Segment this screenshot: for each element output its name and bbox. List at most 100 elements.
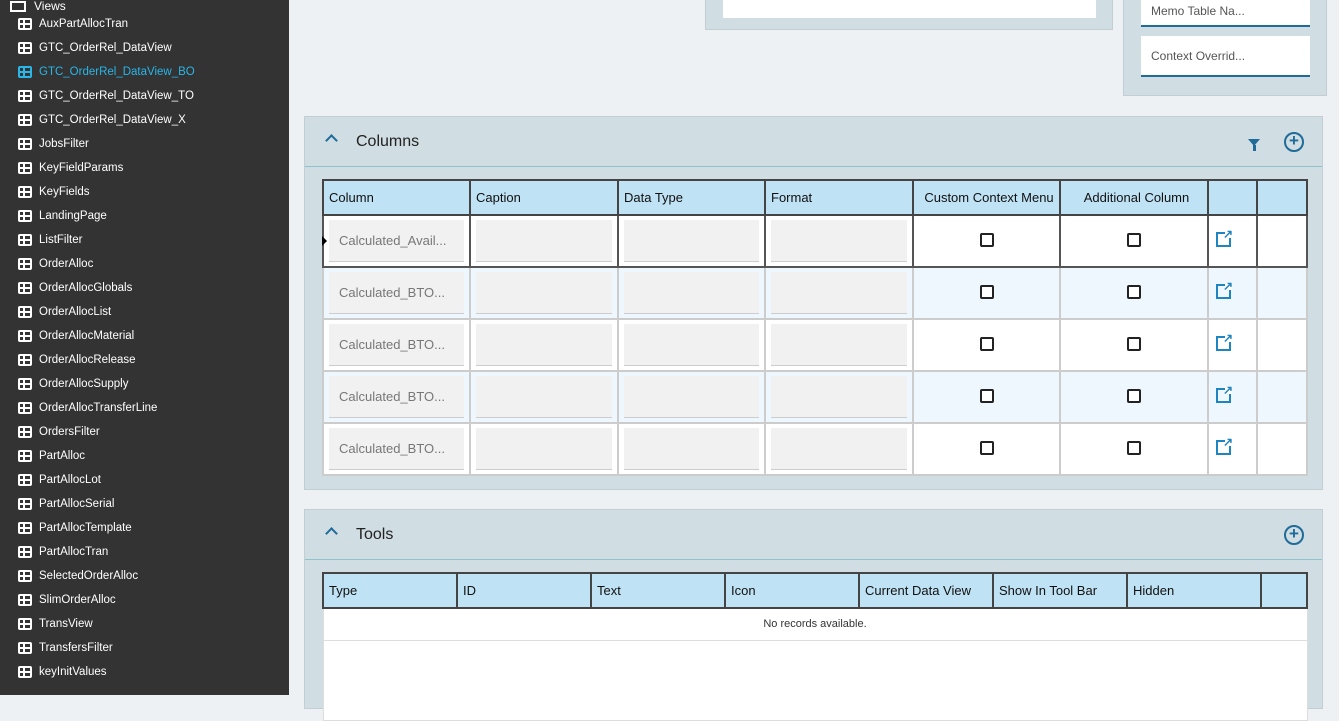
table-row[interactable]: Calculated_BTO... [322,318,1308,372]
sidebar-item[interactable]: ListFilter [18,228,82,252]
additional-column-checkbox[interactable] [1127,388,1141,403]
sidebar-item[interactable]: OrderAllocList [18,300,111,324]
table-row[interactable]: Calculated_BTO... [322,422,1308,476]
sidebar-item[interactable]: PartAllocTran [18,540,108,564]
sidebar-item[interactable]: OrderAllocTransferLine [18,396,157,420]
memo-table-name-input[interactable]: Memo Table Na... [1141,0,1310,27]
open-external-icon[interactable] [1216,227,1233,247]
sidebar-item[interactable]: OrderAllocRelease [18,348,136,372]
sidebar-item[interactable]: GTC_OrderRel_DataView_BO [18,60,195,84]
caption-field[interactable] [476,376,612,418]
column-name-field[interactable]: Calculated_BTO... [329,272,464,314]
sidebar-item[interactable]: PartAlloc [18,444,85,468]
column-header[interactable]: Column [322,179,471,216]
open-external-icon[interactable] [1216,435,1233,455]
format-field[interactable] [771,324,907,366]
views-group[interactable]: Views [10,0,66,13]
table-row[interactable]: Calculated_Avail... [322,214,1308,268]
sidebar-item[interactable]: keyInitValues [18,660,107,684]
sidebar-item[interactable]: PartAllocSerial [18,492,114,516]
column-name-field[interactable]: Calculated_BTO... [329,428,464,470]
sidebar-item[interactable]: OrderAllocGlobals [18,276,132,300]
column-header[interactable]: Custom Context Menu [912,179,1061,216]
sidebar-item[interactable]: AuxPartAllocTran [18,12,128,36]
sidebar-item[interactable]: PartAllocLot [18,468,101,492]
column-header[interactable]: Caption [469,179,619,216]
column-header[interactable]: Show In Tool Bar [992,572,1128,609]
sidebar-item[interactable]: TransfersFilter [18,636,113,660]
sidebar-item[interactable]: SelectedOrderAlloc [18,564,138,588]
format-field[interactable] [771,220,907,262]
sidebar-item-label: SlimOrderAlloc [39,594,116,606]
table-icon [18,402,32,414]
data-type-field[interactable] [624,376,759,418]
format-field[interactable] [771,428,907,470]
sidebar-item[interactable]: GTC_OrderRel_DataView_TO [18,84,194,108]
data-type-field[interactable] [624,220,759,262]
add-column-button[interactable]: + [1284,132,1304,152]
text-input[interactable] [723,0,1096,18]
table-icon [18,642,32,654]
sidebar-item[interactable]: OrderAllocSupply [18,372,128,396]
sidebar-item[interactable]: OrderAlloc [18,252,93,276]
column-header[interactable]: Data Type [617,179,766,216]
sidebar-item[interactable]: OrdersFilter [18,420,100,444]
table-icon [18,18,32,30]
column-name-field[interactable]: Calculated_BTO... [329,376,464,418]
filter-icon[interactable] [1248,139,1260,151]
caption-field[interactable] [476,220,612,262]
column-header[interactable]: Icon [724,572,860,609]
caption-field[interactable] [476,324,612,366]
format-field[interactable] [771,376,907,418]
additional-column-checkbox[interactable] [1127,232,1141,247]
custom-context-menu-checkbox[interactable] [979,388,994,403]
sidebar-item[interactable]: KeyFieldParams [18,156,123,180]
sidebar-item[interactable]: LandingPage [18,204,107,228]
column-header[interactable]: Format [764,179,914,216]
open-external-icon[interactable] [1216,383,1233,403]
sidebar-item-label: ListFilter [39,234,83,246]
column-header[interactable]: Additional Column [1059,179,1209,216]
sidebar-item[interactable]: TransView [18,612,93,636]
sidebar-item[interactable]: JobsFilter [18,132,89,156]
custom-context-menu-checkbox[interactable] [979,284,994,299]
collapse-chevron-icon[interactable] [325,527,338,540]
sidebar-item[interactable]: OrderAllocMaterial [18,324,134,348]
format-field[interactable] [771,272,907,314]
column-header[interactable]: Type [322,572,458,609]
column-header[interactable] [1256,179,1308,216]
data-type-field[interactable] [624,324,759,366]
column-header[interactable] [1207,179,1258,216]
column-header[interactable]: ID [456,572,592,609]
table-row[interactable]: Calculated_BTO... [322,266,1308,320]
context-override-input[interactable]: Context Overrid... [1141,36,1310,77]
column-header[interactable]: Text [590,572,726,609]
additional-column-checkbox[interactable] [1127,336,1141,351]
open-external-icon[interactable] [1216,331,1233,351]
column-name-field[interactable]: Calculated_Avail... [329,220,464,262]
collapse-chevron-icon[interactable] [325,134,338,147]
column-header[interactable]: Current Data View [858,572,994,609]
column-header[interactable] [1260,572,1308,609]
additional-column-checkbox[interactable] [1127,440,1141,455]
data-type-field[interactable] [624,272,759,314]
caption-field[interactable] [476,428,612,470]
additional-column-checkbox[interactable] [1127,284,1141,299]
data-type-field[interactable] [624,428,759,470]
sidebar-item[interactable]: SlimOrderAlloc [18,588,116,612]
custom-context-menu-checkbox[interactable] [979,440,994,455]
sidebar-item[interactable]: GTC_OrderRel_DataView [18,36,172,60]
table-icon [18,546,32,558]
table-row[interactable]: Calculated_BTO... [322,370,1308,424]
column-name-field[interactable]: Calculated_BTO... [329,324,464,366]
caption-field[interactable] [476,272,612,314]
sidebar-item-label: AuxPartAllocTran [39,18,129,30]
sidebar-item[interactable]: KeyFields [18,180,90,204]
custom-context-menu-checkbox[interactable] [979,232,994,247]
custom-context-menu-checkbox[interactable] [979,336,994,351]
sidebar-item[interactable]: PartAllocTemplate [18,516,132,540]
add-tool-button[interactable]: + [1284,525,1304,545]
open-external-icon[interactable] [1216,279,1233,299]
column-header[interactable]: Hidden [1126,572,1262,609]
sidebar-item[interactable]: GTC_OrderRel_DataView_X [18,108,186,132]
